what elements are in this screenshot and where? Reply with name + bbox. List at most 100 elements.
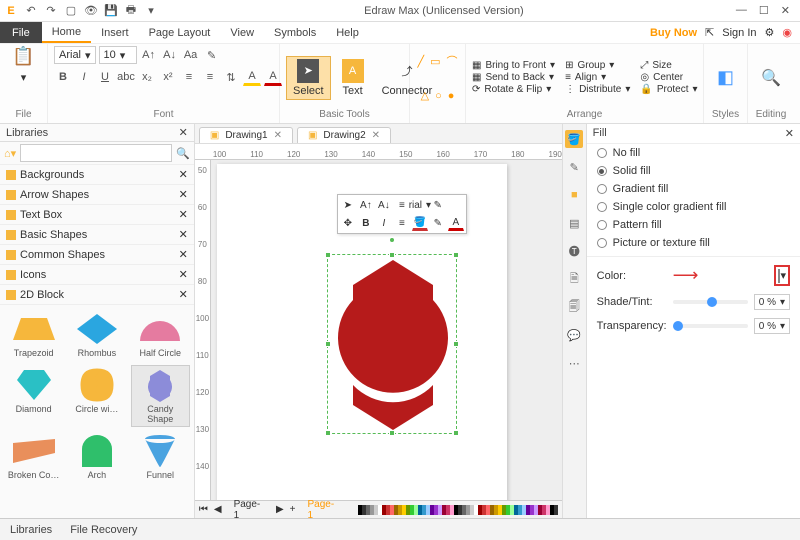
distribute-button[interactable]: ⋮Distribute ▾ — [565, 84, 630, 95]
line-spacing-icon[interactable]: ⇅ — [222, 68, 240, 86]
transparency-slider[interactable] — [673, 324, 748, 328]
subscript-icon[interactable]: x₂ — [138, 68, 156, 86]
mini-align-icon[interactable]: ≡ — [394, 197, 410, 213]
new-icon[interactable]: ▢ — [64, 4, 78, 18]
shape-funnel[interactable]: Funnel — [131, 431, 190, 483]
settings-icon[interactable]: ⚙ — [765, 26, 775, 39]
candy-shape-on-canvas[interactable] — [328, 255, 458, 435]
clear-format-icon[interactable]: Aa — [182, 46, 200, 64]
panelicon-line[interactable]: ✎ — [565, 158, 583, 176]
cat-common-shapes[interactable]: Common Shapes✕ — [0, 245, 194, 265]
doc-tab-1[interactable]: ▣Drawing1✕ — [199, 127, 293, 143]
shape-diamond[interactable]: Diamond — [4, 365, 63, 427]
open-icon[interactable]: 👁 — [84, 4, 98, 18]
fill-opt-picture[interactable]: Picture or texture fill — [587, 234, 800, 252]
selection-box[interactable] — [327, 254, 457, 434]
arc-shape-icon[interactable]: ⌒ — [447, 53, 458, 69]
superscript-icon[interactable]: x² — [159, 68, 177, 86]
libraries-close-icon[interactable]: ✕ — [179, 126, 188, 139]
styles-icon[interactable]: ◧ — [717, 67, 734, 88]
panelicon-page[interactable]: 🗎 — [565, 270, 583, 288]
text-tool[interactable]: A Text — [335, 56, 371, 100]
select-tool[interactable]: ➤ Select — [286, 56, 331, 100]
mini-stroke-icon[interactable]: ✎ — [430, 215, 446, 231]
align-left-icon[interactable]: ≡ — [201, 68, 219, 86]
strike-icon[interactable]: abc — [117, 68, 135, 86]
page-prev-icon[interactable]: ◀ — [214, 504, 222, 515]
page-next-icon[interactable]: ▶ — [276, 504, 284, 515]
cat-text-box[interactable]: Text Box✕ — [0, 205, 194, 225]
font-family-select[interactable]: Arial ▾ — [54, 46, 96, 64]
library-search-icon[interactable]: 🔍 — [176, 147, 190, 160]
italic-icon[interactable]: I — [75, 68, 93, 86]
library-home-icon[interactable]: ⌂▾ — [4, 147, 16, 160]
help-color-icon[interactable]: ◉ — [782, 26, 792, 39]
mini-fill-icon[interactable]: 🪣 — [412, 215, 428, 231]
panelicon-comment[interactable]: 💬 — [565, 326, 583, 344]
cat-arrow-shapes[interactable]: Arrow Shapes✕ — [0, 185, 194, 205]
canvas-page[interactable]: ➤ A↑ A↓ ≡ rial▾ ✎ ✥ B I ≡ 🪣 ✎ A — [217, 164, 507, 500]
shade-value[interactable]: 0 %▾ — [754, 294, 790, 310]
triangle-shape-icon[interactable]: △ — [421, 89, 429, 102]
rotate-flip-button[interactable]: ⟳Rotate & Flip ▾ — [472, 84, 555, 95]
clipboard-drop-icon[interactable]: ▾ — [21, 71, 27, 84]
panelicon-more[interactable]: ⋯ — [565, 354, 583, 372]
library-search-input[interactable] — [20, 144, 172, 162]
buy-now-link[interactable]: Buy Now — [650, 27, 697, 39]
redo-icon[interactable]: ↷ — [44, 4, 58, 18]
rect-shape-icon[interactable]: ▭ — [430, 55, 440, 68]
floating-toolbar[interactable]: ➤ A↑ A↓ ≡ rial▾ ✎ ✥ B I ≡ 🪣 ✎ A — [337, 194, 467, 234]
shade-slider[interactable] — [673, 300, 748, 304]
close-icon[interactable]: ✕ — [781, 4, 790, 17]
mini-fontcolor-icon[interactable]: A — [448, 215, 464, 231]
bullet-icon[interactable]: ≡ — [180, 68, 198, 86]
fill-opt-solid[interactable]: Solid fill — [587, 162, 800, 180]
mini-bold-icon[interactable]: B — [358, 215, 374, 231]
fill-opt-gradient[interactable]: Gradient fill — [587, 180, 800, 198]
page-first-icon[interactable]: ⏮ — [199, 504, 208, 515]
mini-move-icon[interactable]: ✥ — [340, 215, 356, 231]
mini-font-select[interactable]: rial▾ — [412, 197, 428, 213]
doc-tab-2[interactable]: ▣Drawing2✕ — [297, 127, 391, 143]
shape-trapezoid[interactable]: Trapezoid — [4, 309, 63, 361]
highlight-icon[interactable]: A — [243, 68, 261, 86]
tab1-close-icon[interactable]: ✕ — [274, 130, 282, 141]
mini-line-icon[interactable]: ≡ — [394, 215, 410, 231]
shape-broken[interactable]: Broken Co… — [4, 431, 63, 483]
print-icon[interactable]: 🖶 — [124, 4, 138, 18]
transparency-value[interactable]: 0 %▾ — [754, 318, 790, 334]
shape-half-circle[interactable]: Half Circle — [131, 309, 190, 361]
menu-insert[interactable]: Insert — [91, 22, 139, 43]
panelicon-text[interactable]: 🅣 — [565, 242, 583, 260]
menu-home[interactable]: Home — [42, 22, 91, 43]
save-icon[interactable]: 💾 — [104, 4, 118, 18]
fill-panel-close-icon[interactable]: ✕ — [785, 127, 794, 140]
find-icon[interactable]: 🔍 — [761, 68, 781, 88]
qat-more-icon[interactable]: ▾ — [144, 4, 158, 18]
menu-help[interactable]: Help — [326, 22, 369, 43]
paste-icon[interactable]: 📋 — [12, 46, 34, 67]
menu-view[interactable]: View — [220, 22, 264, 43]
shape-arch[interactable]: Arch — [67, 431, 126, 483]
align-button[interactable]: ≡Align ▾ — [565, 72, 630, 83]
cat-icons[interactable]: Icons✕ — [0, 265, 194, 285]
mini-italic-icon[interactable]: I — [376, 215, 392, 231]
cat-2d-block[interactable]: 2D Block✕ — [0, 285, 194, 305]
color-strip[interactable] — [358, 505, 558, 515]
font-size-select[interactable]: 10 ▾ — [99, 46, 137, 64]
panelicon-shape[interactable]: ■ — [565, 186, 583, 204]
menu-symbols[interactable]: Symbols — [264, 22, 326, 43]
panelicon-fill[interactable]: 🪣 — [565, 130, 583, 148]
shape-candy[interactable]: Candy Shape — [131, 365, 190, 427]
rotate-handle[interactable] — [389, 237, 395, 243]
decrease-font-icon[interactable]: A↓ — [161, 46, 179, 64]
status-libraries[interactable]: Libraries — [10, 524, 52, 536]
bring-front-button[interactable]: ▦Bring to Front ▾ — [472, 60, 555, 71]
circle-shape-icon[interactable]: ○ — [435, 90, 442, 102]
panelicon-layers[interactable]: ▤ — [565, 214, 583, 232]
mini-pointer-icon[interactable]: ➤ — [340, 197, 356, 213]
mini-format-painter-icon[interactable]: ✎ — [430, 197, 446, 213]
fill-opt-nofill[interactable]: No fill — [587, 144, 800, 162]
cat-backgrounds[interactable]: Backgrounds✕ — [0, 165, 194, 185]
bold-icon[interactable]: B — [54, 68, 72, 86]
